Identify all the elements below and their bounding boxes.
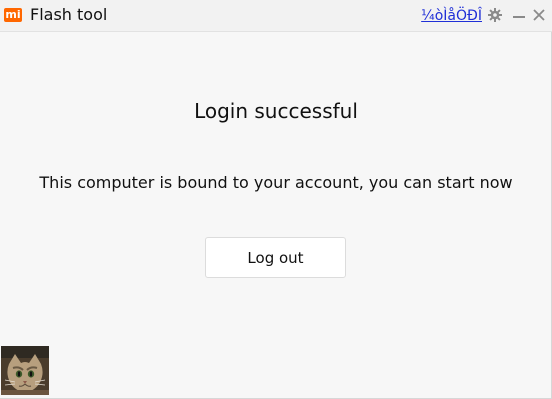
logout-button[interactable]: Log out [205, 237, 346, 278]
flash-tool-window: mi Flash tool ¼òÌåÖÐÎ Login successful T… [0, 0, 552, 399]
window-title: Flash tool [30, 5, 108, 24]
language-switch-link[interactable]: ¼òÌåÖÐÎ [421, 7, 482, 25]
mi-logo-icon: mi [4, 8, 22, 22]
title-bar: mi Flash tool ¼òÌåÖÐÎ [0, 0, 552, 32]
avatar[interactable] [1, 346, 49, 395]
logout-button-label: Log out [247, 248, 304, 267]
close-icon[interactable] [530, 6, 548, 24]
gear-icon[interactable] [486, 6, 504, 24]
minimize-icon[interactable] [510, 6, 528, 24]
login-status-heading: Login successful [194, 99, 358, 123]
cat-avatar-icon [1, 346, 49, 395]
binding-message: This computer is bound to your account, … [39, 173, 513, 192]
